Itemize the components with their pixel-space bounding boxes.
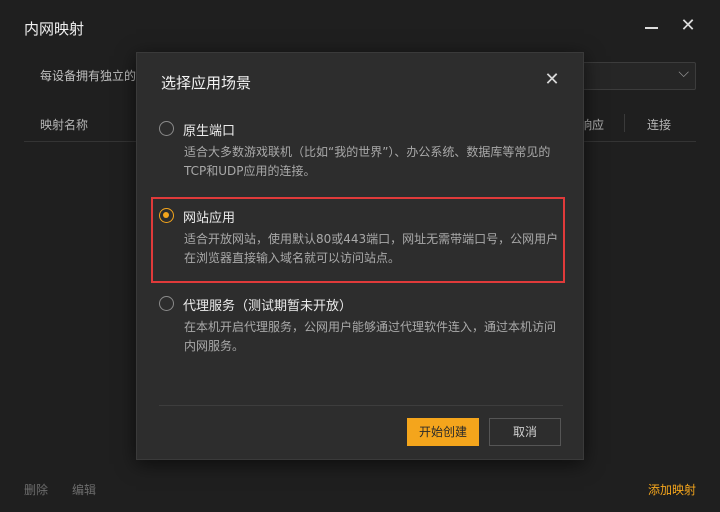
delete-button[interactable]: 删除 [24, 481, 48, 498]
cancel-button[interactable]: 取消 [489, 418, 561, 446]
option-description: 适合大多数游戏联机（比如“我的世界”）、办公系统、数据库等常见的TCP和UDP应… [184, 145, 551, 178]
scene-select-dialog: 选择应用场景 ✕ 原生端口 适合大多数游戏联机（比如“我的世界”）、办公系统、数… [136, 52, 584, 460]
option-description: 在本机开启代理服务，公网用户能够通过代理软件连入，通过本机访问内网服务。 [184, 320, 557, 353]
add-mapping-button[interactable]: 添加映射 [648, 481, 696, 498]
minimize-icon[interactable] [642, 16, 662, 36]
column-header-connection: 连接 [647, 118, 672, 132]
dialog-title: 选择应用场景 [161, 74, 252, 92]
radio-proxy-service[interactable] [159, 296, 174, 311]
radio-website[interactable] [159, 208, 174, 223]
column-header-name: 映射名称 [40, 118, 89, 132]
column-divider [624, 114, 625, 132]
start-create-button[interactable]: 开始创建 [407, 418, 479, 446]
window-title: 内网映射 [24, 20, 85, 38]
option-label[interactable]: 网站应用 [183, 207, 235, 226]
dialog-divider [159, 405, 563, 406]
chevron-down-icon: ⌵ [678, 65, 689, 81]
dialog-close-icon[interactable]: ✕ [541, 69, 563, 91]
option-description: 适合开放网站，使用默认80或443端口，网址无需带端口号，公网用户在浏览器直接输… [184, 232, 559, 265]
close-icon[interactable]: ✕ [678, 16, 698, 36]
radio-native-port[interactable] [159, 121, 174, 136]
option-label[interactable]: 原生端口 [183, 120, 235, 139]
option-label[interactable]: 代理服务（测试期暂未开放） [183, 295, 352, 314]
edit-button[interactable]: 编辑 [72, 481, 96, 498]
window-description: 每设备拥有独立的 [40, 69, 137, 83]
